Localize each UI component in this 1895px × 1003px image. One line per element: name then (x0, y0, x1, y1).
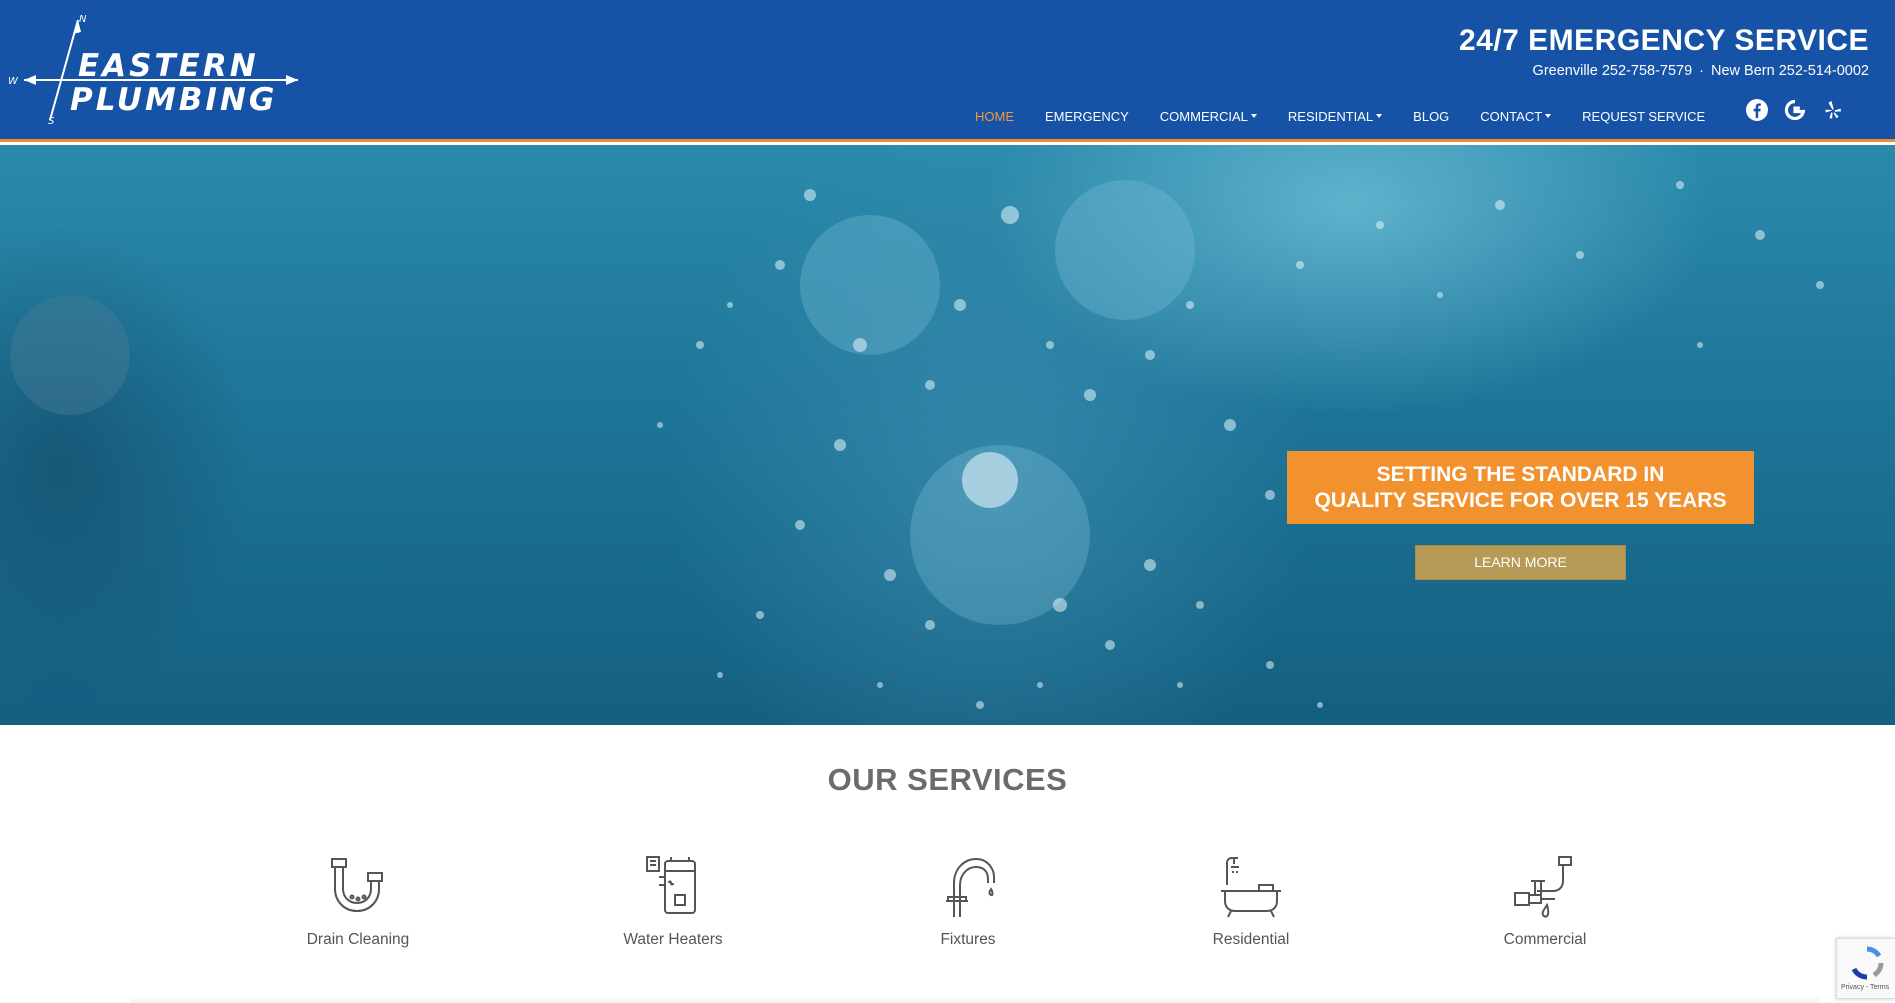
service-commercial[interactable]: Commercial (1455, 855, 1635, 949)
nav-commercial[interactable]: Commercial (1160, 109, 1257, 124)
phone-greenville[interactable]: Greenville 252-758-7579 (1533, 63, 1693, 79)
service-drain-cleaning[interactable]: Drain Cleaning (268, 855, 448, 949)
service-fixtures[interactable]: Fixtures (878, 855, 1058, 949)
main-nav: Home Emergency Commercial Residential Bl… (975, 106, 1736, 126)
section-divider-shadow (130, 996, 1820, 1003)
drain-pipe-icon (331, 858, 383, 913)
recaptcha-badge[interactable]: Privacy - Terms (1836, 938, 1895, 999)
logo-text-eastern: Eastern (78, 48, 259, 84)
faucet-icon (946, 857, 995, 917)
recaptcha-privacy-terms[interactable]: Privacy - Terms (1841, 984, 1889, 991)
underwater-bubbles-image (10, 180, 1824, 709)
emergency-service-title: 24/7 EMERGENCY SERVICE (1458, 24, 1869, 57)
service-label: Residential (1212, 931, 1290, 948)
bathtub-icon (1221, 857, 1281, 918)
svg-text:W: W (8, 76, 19, 87)
nav-blog[interactable]: Blog (1413, 109, 1449, 124)
logo[interactable]: N W S Eastern Plumbing (6, 10, 306, 130)
nav-request-service[interactable]: Request Service (1582, 109, 1705, 124)
social-links (1745, 98, 1859, 122)
yelp-icon[interactable] (1821, 98, 1845, 122)
pipe-valve-icon (1514, 856, 1572, 918)
site-header: N W S Eastern Plumbing 24/7 EMERGENCY SE… (0, 0, 1895, 142)
services-title: OUR SERVICES (827, 762, 1068, 797)
chevron-down-icon (1376, 114, 1383, 118)
nav-home[interactable]: Home (975, 109, 1014, 124)
service-label: Fixtures (940, 931, 996, 948)
service-residential[interactable]: Residential (1161, 855, 1341, 949)
learn-more-button[interactable]: Learn More (1415, 545, 1626, 580)
hero-tagline: Setting the standard in quality service … (1287, 451, 1754, 524)
nav-contact[interactable]: Contact (1480, 109, 1552, 124)
hero-banner: Setting the standard in quality service … (0, 145, 1895, 725)
google-icon[interactable] (1783, 98, 1807, 122)
chevron-down-icon (1250, 114, 1257, 118)
nav-residential[interactable]: Residential (1288, 109, 1383, 124)
recaptcha-icon (1851, 946, 1884, 980)
water-heater-icon (646, 856, 696, 914)
logo-text-plumbing: Plumbing (70, 82, 278, 118)
service-water-heaters[interactable]: Water Heaters (583, 855, 763, 949)
tagline-line-2: quality service for over 15 years (1314, 489, 1727, 512)
svg-text:S: S (48, 116, 55, 127)
service-label: Drain Cleaning (306, 931, 410, 948)
tagline-line-1: Setting the standard in (1376, 463, 1665, 486)
nav-emergency[interactable]: Emergency (1045, 109, 1129, 124)
service-label: Commercial (1503, 931, 1587, 948)
svg-text:N: N (79, 14, 87, 25)
chevron-down-icon (1545, 114, 1552, 118)
phone-numbers: Greenville 252-758-7579 · New Bern 252-514… (1533, 63, 1869, 79)
phone-separator: · (1699, 63, 1704, 79)
phone-new-bern[interactable]: New Bern 252-514-0002 (1711, 63, 1869, 79)
facebook-icon[interactable] (1745, 98, 1769, 122)
service-label: Water Heaters (623, 931, 723, 948)
